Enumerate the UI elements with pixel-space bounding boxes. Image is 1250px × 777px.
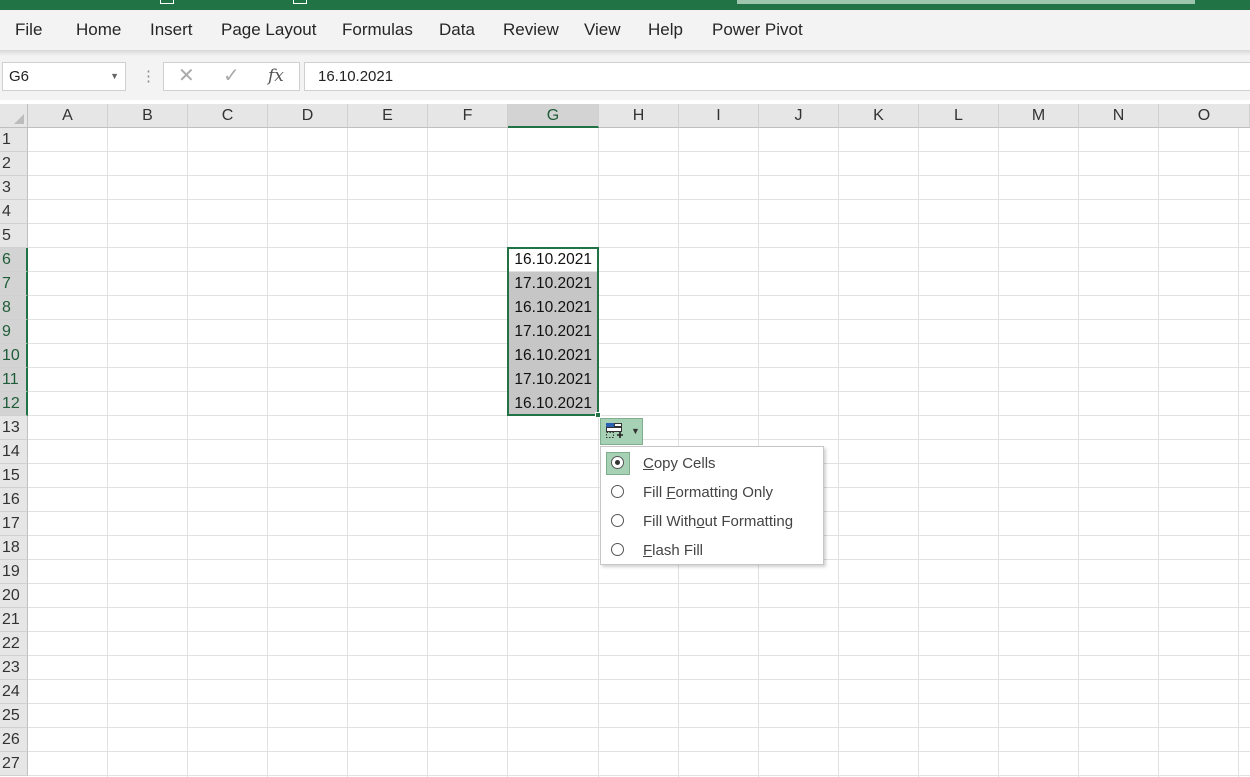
option-copy-cells-label: Copy Cells [643, 455, 716, 472]
row-header-12[interactable]: 12 [0, 392, 28, 416]
title-bar [0, 0, 1250, 10]
column-header-g[interactable]: G [508, 104, 599, 128]
row-header-3[interactable]: 3 [0, 176, 28, 200]
radio-highlight [606, 452, 630, 475]
radio-wrap [606, 510, 630, 533]
auto-fill-options-button[interactable]: ▼ [600, 418, 643, 445]
formula-bar: G6 ▼ ⋮ ✕ ✓ fx 16.10.2021 [0, 56, 1250, 100]
column-header-h[interactable]: H [599, 104, 679, 128]
column-header-k[interactable]: K [839, 104, 919, 128]
tab-page-layout[interactable]: Page Layout [221, 10, 316, 50]
column-header-c[interactable]: C [188, 104, 268, 128]
column-header-f[interactable]: F [428, 104, 508, 128]
row-header-14[interactable]: 14 [0, 440, 28, 464]
tab-data[interactable]: Data [439, 10, 475, 50]
tab-file[interactable]: File [15, 10, 42, 50]
column-header-o[interactable]: O [1159, 104, 1250, 128]
column-header-m[interactable]: M [999, 104, 1079, 128]
search-box[interactable] [737, 0, 1195, 4]
auto-fill-options-menu: Copy Cells Fill Formatting Only Fill Wit… [600, 446, 824, 565]
column-header-i[interactable]: I [679, 104, 759, 128]
name-box-dropdown-icon[interactable]: ▼ [110, 63, 119, 90]
enter-icon[interactable]: ✓ [223, 63, 240, 90]
row-header-2[interactable]: 2 [0, 152, 28, 176]
row-header-10[interactable]: 10 [0, 344, 28, 368]
option-fill-formatting-only[interactable]: Fill Formatting Only [601, 478, 823, 507]
save-icon[interactable] [160, 0, 174, 4]
radio-wrap [606, 481, 630, 504]
row-header-11[interactable]: 11 [0, 368, 28, 392]
column-header-n[interactable]: N [1079, 104, 1159, 128]
tab-review[interactable]: Review [503, 10, 559, 50]
more-icon[interactable]: ⋮ [141, 67, 156, 87]
row-header-5[interactable]: 5 [0, 224, 28, 248]
option-fill-formatting-only-label: Fill Formatting Only [643, 484, 774, 501]
name-box[interactable]: G6 ▼ [2, 62, 126, 91]
radio-selected-icon[interactable] [611, 456, 624, 469]
row-header-4[interactable]: 4 [0, 200, 28, 224]
radio-wrap [606, 539, 630, 562]
option-flash-fill-label: Flash Fill [643, 542, 704, 559]
row-header-26[interactable]: 26 [0, 728, 28, 752]
column-header-j[interactable]: J [759, 104, 839, 128]
cancel-icon[interactable]: ✕ [178, 63, 195, 90]
row-header-24[interactable]: 24 [0, 680, 28, 704]
column-header-a[interactable]: A [28, 104, 108, 128]
column-g-cells[interactable] [507, 128, 598, 777]
quick-access-icon[interactable] [293, 0, 307, 4]
row-header-19[interactable]: 19 [0, 560, 28, 584]
column-header-l[interactable]: L [919, 104, 999, 128]
row-header-7[interactable]: 7 [0, 272, 28, 296]
row-header-21[interactable]: 21 [0, 608, 28, 632]
tab-formulas[interactable]: Formulas [342, 10, 413, 50]
option-flash-fill[interactable]: Flash Fill [601, 536, 823, 565]
row-header-22[interactable]: 22 [0, 632, 28, 656]
row-header-16[interactable]: 16 [0, 488, 28, 512]
row-header-1[interactable]: 1 [0, 128, 28, 152]
row-header-18[interactable]: 18 [0, 536, 28, 560]
auto-fill-options-icon [606, 423, 623, 438]
selection-border [507, 247, 599, 416]
column-header-b[interactable]: B [108, 104, 188, 128]
name-box-value: G6 [9, 68, 30, 85]
row-header-8[interactable]: 8 [0, 296, 28, 320]
option-fill-without-formatting[interactable]: Fill Without Formatting [601, 507, 823, 536]
row-header-17[interactable]: 17 [0, 512, 28, 536]
chevron-down-icon: ▼ [631, 426, 640, 436]
select-all-button[interactable] [0, 104, 28, 128]
row-header-25[interactable]: 25 [0, 704, 28, 728]
tab-view[interactable]: View [584, 10, 621, 50]
tab-help[interactable]: Help [648, 10, 683, 50]
insert-function-icon[interactable]: fx [268, 63, 284, 90]
tab-power-pivot[interactable]: Power Pivot [712, 10, 803, 50]
ribbon-tabs: File Home Insert Page Layout Formulas Da… [0, 10, 1250, 50]
tab-insert[interactable]: Insert [150, 10, 193, 50]
row-header-9[interactable]: 9 [0, 320, 28, 344]
row-header-20[interactable]: 20 [0, 584, 28, 608]
formula-input[interactable]: 16.10.2021 [304, 62, 1250, 91]
option-copy-cells[interactable]: Copy Cells [601, 449, 823, 478]
radio-icon[interactable] [611, 543, 624, 556]
column-header-d[interactable]: D [268, 104, 348, 128]
tab-home[interactable]: Home [76, 10, 121, 50]
row-header-23[interactable]: 23 [0, 656, 28, 680]
formula-buttons: ✕ ✓ fx [163, 62, 300, 91]
row-header-27[interactable]: 27 [0, 752, 28, 776]
option-fill-without-formatting-label: Fill Without Formatting [643, 513, 794, 530]
radio-icon[interactable] [611, 514, 624, 527]
row-header-6[interactable]: 6 [0, 248, 28, 272]
row-header-15[interactable]: 15 [0, 464, 28, 488]
row-header-13[interactable]: 13 [0, 416, 28, 440]
radio-icon[interactable] [611, 485, 624, 498]
column-header-e[interactable]: E [348, 104, 428, 128]
